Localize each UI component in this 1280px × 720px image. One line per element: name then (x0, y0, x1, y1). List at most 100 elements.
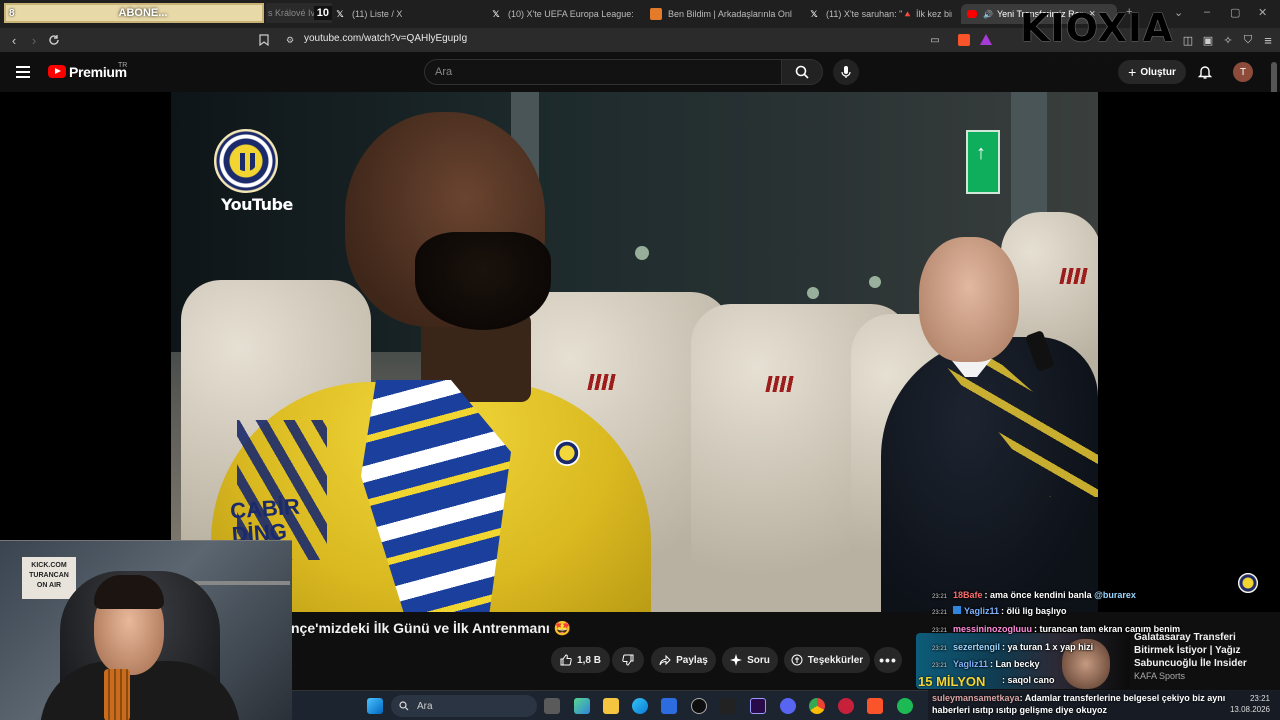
man-head (919, 237, 1019, 362)
wallet-icon[interactable]: ▣ (1200, 32, 1216, 48)
chat-username: Yagliz11 (953, 659, 989, 669)
edge-icon[interactable] (632, 698, 648, 714)
x-logo-icon: 𝕏 (336, 8, 344, 19)
brave-shield-icon[interactable] (958, 34, 970, 46)
premiere-icon[interactable] (750, 698, 766, 714)
drink-cup (104, 669, 130, 720)
chat-message: 23:21 messininozogluuu: turancan tam ekra… (932, 624, 1180, 634)
search-input[interactable] (435, 64, 765, 80)
notification-text: suleymansametkaya: Adamlar transferlerin… (932, 692, 1225, 716)
share-icon (659, 654, 671, 666)
file-explorer-icon[interactable] (603, 698, 619, 714)
discord-icon[interactable] (780, 698, 796, 714)
ask-button[interactable]: Soru (722, 647, 778, 673)
minimize-icon[interactable]: – (1204, 6, 1210, 18)
notification-line-1: : Adamlar transferlerine belgesel çekiyo… (1019, 693, 1226, 703)
brave-icon[interactable] (867, 698, 883, 714)
chat-message: 23:21 18Bafe: ama önce kendini banla @bur… (932, 590, 1136, 600)
tab-label: Ben Bildim | Arkadaşlarınla Online B (668, 9, 792, 19)
ask-label: Soru (747, 654, 770, 666)
spotify-icon[interactable] (897, 698, 913, 714)
chat-text: : ama önce kendini banla (984, 590, 1095, 600)
reload-icon[interactable] (46, 32, 62, 48)
bookmark-icon[interactable] (256, 32, 272, 48)
vpn-icon[interactable]: ⛉ (1240, 32, 1256, 48)
seat-logo (587, 374, 617, 390)
obs-icon[interactable] (691, 698, 707, 714)
exit-sign (966, 130, 1000, 194)
screen: 8 ABONE... s Králové Iv 10 𝕏 (11) Liste … (0, 0, 1280, 720)
notification-line-2: haberleri ısıtıp ısıtıp gelişme diye oku… (932, 705, 1108, 715)
notifications-bell-icon[interactable] (1197, 64, 1213, 80)
player-beard (415, 232, 551, 330)
sidebar-icon[interactable]: ◫ (1180, 32, 1196, 48)
hamburger-menu-icon[interactable] (16, 66, 30, 78)
search-button[interactable] (781, 59, 823, 85)
voice-search-button[interactable] (833, 59, 859, 85)
back-icon[interactable]: ‹ (6, 32, 22, 48)
chat-message: 23:21 Yagliz11: ölü lig başlıyo (932, 606, 1067, 616)
chat-mention: @burarex (1094, 590, 1136, 600)
clock-date: 13.08.2026 (1229, 705, 1270, 714)
goal-box: s Králové Iv 10 (266, 3, 332, 23)
youtube-icon (967, 10, 977, 18)
account-avatar[interactable]: T (1233, 62, 1253, 82)
capcut-icon[interactable] (720, 698, 736, 714)
taskbar-search[interactable]: Ara (391, 695, 537, 717)
video-watermark: YouTube (221, 195, 293, 214)
chat-username: messininozogluuu (953, 624, 1033, 634)
tab-x-saruhan[interactable]: 𝕏 (11) X'te saruhan: "🔺 İlk kez bir ku (808, 4, 952, 24)
dislike-button[interactable] (612, 647, 644, 673)
windows-start-icon[interactable] (367, 698, 383, 714)
app-icon[interactable] (838, 698, 854, 714)
system-clock[interactable]: 23:21 13.08.2026 (1230, 693, 1270, 715)
tab-x-list[interactable]: 𝕏 (11) Liste / X (334, 4, 474, 24)
club-badge-icon (554, 440, 580, 466)
chat-username: 18Bafe (953, 590, 983, 600)
maximize-icon[interactable]: ▢ (1230, 6, 1240, 19)
shelf (190, 581, 290, 585)
chat-time: 23:21 (932, 594, 948, 600)
window-close-icon[interactable]: ✕ (1258, 6, 1267, 19)
seat-logo (1059, 268, 1089, 284)
tab-ben-bildim[interactable]: Ben Bildim | Arkadaşlarınla Online B (650, 4, 792, 24)
widgets-icon[interactable] (574, 698, 590, 714)
leo-icon[interactable]: ✧ (1220, 32, 1236, 48)
video-player[interactable]: CABİR DİNG YouTube (171, 92, 1098, 612)
site-info-icon[interactable]: ⚙ (282, 32, 298, 48)
chat-text: : saqol cano (1002, 675, 1055, 685)
more-icon: ••• (879, 652, 897, 668)
chat-text: : ya turan 1 x yap hizi (1002, 642, 1094, 652)
task-view-icon[interactable] (544, 698, 560, 714)
thumbs-down-icon (622, 654, 634, 666)
chat-time: 23:21 (932, 663, 948, 669)
cast-icon[interactable]: ▭ (927, 32, 943, 48)
plus-icon: + (1128, 64, 1137, 80)
menu-icon[interactable]: ≡ (1260, 32, 1276, 48)
chat-message: : saqol cano (1002, 675, 1055, 685)
like-count: 1,8 B (577, 654, 601, 666)
forward-icon[interactable]: › (26, 32, 42, 48)
on-air-sign: KICK.COM TURANCAN ON AIR (22, 557, 76, 599)
clock-time: 23:21 (1249, 694, 1270, 703)
share-button[interactable]: Paylaş (651, 647, 716, 673)
x-logo-icon: 𝕏 (810, 8, 818, 19)
thanks-button[interactable]: Teşekkürler (784, 647, 870, 673)
more-actions-button[interactable]: ••• (874, 647, 902, 673)
tab-label: (11) Liste / X (352, 9, 403, 19)
like-button[interactable]: 1,8 B (551, 647, 610, 673)
youtube-logo-icon[interactable] (48, 65, 66, 78)
search-box (424, 59, 782, 85)
brave-rewards-icon[interactable] (980, 34, 992, 45)
streamer-hair (94, 575, 164, 609)
tab-list-icon[interactable]: ⌄ (1174, 6, 1183, 19)
chrome-icon[interactable] (809, 698, 825, 714)
create-button[interactable]: + Oluştur (1118, 60, 1186, 84)
tab-label: (10) X'te UEFA Europa League: "Luk (508, 9, 636, 19)
address-bar[interactable]: youtube.com/watch?v=QAHlyEgupIg (304, 33, 467, 44)
tab-x-uefa[interactable]: 𝕏 (10) X'te UEFA Europa League: "Luk (490, 4, 636, 24)
bokeh-light (807, 287, 819, 299)
store-icon[interactable] (661, 698, 677, 714)
chat-username: Yagliz11 (964, 606, 1000, 616)
thanks-label: Teşekkürler (807, 654, 864, 666)
